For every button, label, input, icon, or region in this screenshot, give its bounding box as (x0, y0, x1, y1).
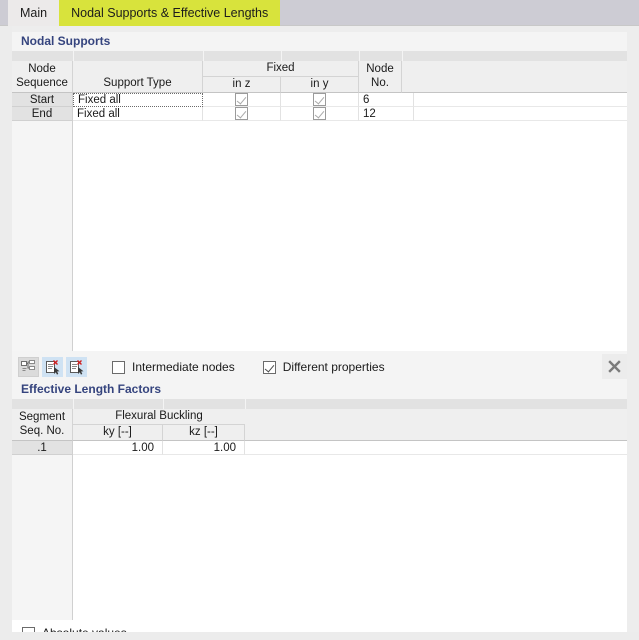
cell-support-type[interactable]: Fixed all (73, 93, 203, 107)
cell-ky-value: 1.00 (131, 441, 154, 454)
effective-length-factors-section-title: Effective Length Factors (12, 380, 627, 399)
header-flexural-buckling-label: Flexural Buckling (115, 409, 203, 422)
document-delete-cursor-icon (69, 359, 83, 375)
header-segment-line2: Seq. No. (19, 424, 65, 437)
header-kz-label: kz [--] (189, 425, 218, 438)
nodal-supports-section-title: Nodal Supports (12, 32, 627, 51)
tab-nodal-supports-effective-lengths-label: Nodal Supports & Effective Lengths (71, 6, 269, 20)
cell-kz-value: 1.00 (213, 441, 236, 454)
row-sequence-label: .1 (37, 441, 47, 454)
checkbox-checked-icon (235, 93, 248, 106)
header-segment-line1: Segment (18, 410, 66, 423)
grid-top-spacer (12, 399, 627, 409)
left-gutter (0, 26, 12, 640)
tab-main-label: Main (20, 6, 48, 20)
nodal-supports-grid: Node Sequence Support Type Fixed in z in… (12, 51, 627, 351)
header-fixed-in-y[interactable]: in y (281, 77, 359, 93)
header-fixed-in-z-label: in z (232, 77, 251, 90)
nodal-supports-title-text: Nodal Supports (21, 34, 111, 48)
different-properties-checkbox[interactable]: Different properties (262, 360, 385, 374)
tab-main[interactable]: Main (8, 0, 60, 26)
document-delete-cursor-icon (45, 359, 59, 375)
effective-length-factors-grid: Segment Seq. No. Flexural Buckling ky [-… (12, 399, 627, 620)
cell-node-no-value: 6 (363, 93, 370, 106)
tree-hierarchy-icon (21, 360, 35, 371)
cell-filler (414, 93, 627, 107)
cell-kz[interactable]: 1.00 (163, 441, 245, 455)
different-properties-label: Different properties (282, 360, 385, 374)
checkbox-checked-icon (313, 107, 326, 120)
nodal-supports-toolbar: Intermediate nodes Different properties (12, 351, 627, 383)
header-segment-seq-no[interactable]: Segment Seq. No. (12, 409, 73, 441)
header-support-type[interactable]: Support Type (73, 61, 203, 93)
document-delete-cursor-icon-button-1[interactable] (42, 357, 63, 377)
row-sequence-label: Start (29, 93, 55, 106)
cell-fixed-in-z[interactable] (203, 107, 281, 121)
header-node-no-line2: No. (371, 76, 389, 89)
cell-node-no-value: 12 (363, 107, 376, 120)
tree-hierarchy-icon-button[interactable] (18, 357, 39, 377)
header-ky-label: ky [--] (103, 425, 132, 438)
header-node-no-line1: Node (366, 62, 394, 75)
grid-empty-row-headers (12, 455, 73, 620)
effective-length-factors-title-text: Effective Length Factors (21, 382, 162, 396)
grid-empty-row-headers (12, 121, 73, 351)
table-row-header[interactable]: End (12, 107, 73, 121)
cell-support-type[interactable]: Fixed all (73, 107, 203, 121)
header-node-sequence-line1: Node (28, 62, 56, 75)
close-x-icon (608, 360, 621, 373)
cell-ky[interactable]: 1.00 (73, 441, 163, 455)
tab-bar: Main Nodal Supports & Effective Lengths (0, 0, 639, 26)
cell-fixed-in-y[interactable] (281, 107, 359, 121)
checkbox-checked-icon (262, 360, 276, 374)
footer-strip (0, 632, 639, 640)
header-filler (402, 61, 627, 93)
checkbox-checked-icon (313, 93, 326, 106)
checkbox-checked-icon (235, 107, 248, 120)
cell-node-no[interactable]: 6 (359, 93, 414, 107)
intermediate-nodes-label: Intermediate nodes (132, 360, 235, 374)
document-delete-cursor-icon-button-2[interactable] (66, 357, 87, 377)
header-fixed-group-label: Fixed (266, 61, 295, 74)
delete-nodal-support-button[interactable] (602, 354, 627, 379)
header-filler (245, 409, 627, 441)
header-kz[interactable]: kz [--] (163, 425, 245, 441)
header-fixed-group[interactable]: Fixed (203, 61, 359, 77)
checkbox-unchecked-icon (112, 360, 125, 374)
header-fixed-in-z[interactable]: in z (203, 77, 281, 93)
table-row-header[interactable]: Start (12, 93, 73, 107)
row-sequence-label: End (31, 107, 53, 120)
intermediate-nodes-checkbox[interactable]: Intermediate nodes (112, 360, 235, 374)
header-fixed-in-y-label: in y (310, 77, 329, 90)
tab-nodal-supports-effective-lengths[interactable]: Nodal Supports & Effective Lengths (59, 0, 281, 26)
grid-empty-body[interactable] (73, 121, 627, 351)
header-ky[interactable]: ky [--] (73, 425, 163, 441)
cell-filler (414, 107, 627, 121)
dialog-window: Main Nodal Supports & Effective Lengths … (0, 0, 639, 640)
cell-filler (245, 441, 627, 455)
grid-top-spacer (12, 51, 627, 61)
cell-fixed-in-z[interactable] (203, 93, 281, 107)
dialog-content: Nodal Supports Node Sequence Support Typ… (0, 26, 639, 640)
header-node-sequence-line2: Sequence (16, 76, 68, 89)
header-flexural-buckling-group[interactable]: Flexural Buckling (73, 409, 245, 425)
table-row-header[interactable]: .1 (12, 441, 73, 455)
header-node-no[interactable]: Node No. (359, 61, 402, 93)
header-support-type-label: Support Type (103, 76, 172, 89)
header-node-sequence[interactable]: Node Sequence (12, 61, 73, 93)
cell-support-type-value: Fixed all (77, 107, 120, 120)
cell-node-no[interactable]: 12 (359, 107, 414, 121)
cell-support-type-value: Fixed all (78, 94, 121, 106)
cell-fixed-in-y[interactable] (281, 93, 359, 107)
grid-empty-body[interactable] (73, 455, 627, 620)
